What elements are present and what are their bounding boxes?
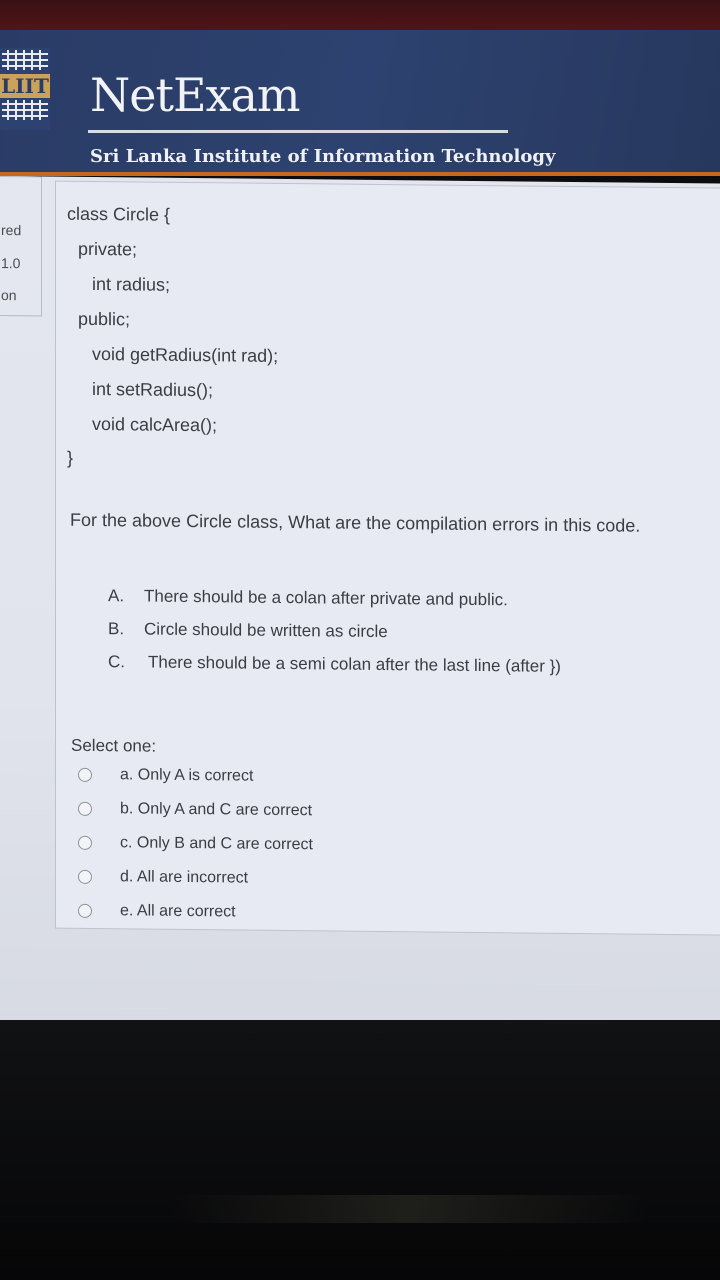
monitor-bezel xyxy=(0,1020,720,1280)
code-line: void getRadius(int rad); xyxy=(92,343,279,366)
code-line: } xyxy=(67,447,74,468)
statement-letter: A. xyxy=(108,586,125,606)
select-one-label: Select one: xyxy=(71,735,157,756)
answer-label[interactable]: c. Only B and C are correct xyxy=(120,834,313,853)
question-prompt: For the above Circle class, What are the… xyxy=(70,509,641,536)
answer-label[interactable]: a. Only A is correct xyxy=(120,766,253,784)
answer-option-c[interactable]: c. Only B and C are correct xyxy=(78,834,313,860)
answer-option-a[interactable]: a. Only A is correct xyxy=(78,766,253,792)
radio-icon[interactable] xyxy=(78,869,92,884)
statement-letter: C. xyxy=(108,652,125,672)
statement-text: There should be a colan after private an… xyxy=(144,586,508,610)
code-line: public; xyxy=(78,308,131,330)
code-line: void calcArea(); xyxy=(92,413,218,436)
radio-icon[interactable] xyxy=(78,767,92,782)
brand-divider xyxy=(88,130,508,133)
exam-page: red 1.0 on class Circle { private; int r… xyxy=(0,175,720,1034)
statement-text: There should be a semi colan after the l… xyxy=(148,652,561,676)
code-line: private; xyxy=(78,238,138,260)
question-info-panel: red 1.0 on xyxy=(0,175,42,317)
answer-label[interactable]: b. Only A and C are correct xyxy=(120,800,312,819)
code-line: int radius; xyxy=(92,273,171,295)
sliit-logo-icon: LIIT xyxy=(0,48,50,130)
radio-icon[interactable] xyxy=(78,835,92,850)
statement-a: A. There should be a colan after private … xyxy=(108,586,508,610)
answer-option-e[interactable]: e. All are correct xyxy=(78,902,236,928)
brand-title: NetExam xyxy=(90,68,301,122)
site-header: LIIT NetExam Sri Lanka Institute of Info… xyxy=(0,30,720,176)
code-line: int setRadius(); xyxy=(92,378,214,401)
statement-b: B. Circle should be written as circle xyxy=(108,619,388,642)
info-mark: 1.0 xyxy=(1,255,21,272)
answer-option-d[interactable]: d. All are incorrect xyxy=(78,868,248,894)
statement-text: Circle should be written as circle xyxy=(144,619,388,642)
info-status: red xyxy=(1,222,22,239)
screen-glare xyxy=(170,1195,650,1223)
statement-c: C. There should be a semi colan after the… xyxy=(108,652,561,677)
statement-letter: B. xyxy=(108,619,125,639)
institute-name: Sri Lanka Institute of Information Techn… xyxy=(90,146,556,167)
answer-label[interactable]: d. All are incorrect xyxy=(120,868,248,886)
question-box: class Circle { private; int radius; publ… xyxy=(55,180,720,936)
logo-text: LIIT xyxy=(1,74,49,98)
radio-icon[interactable] xyxy=(78,903,92,918)
info-flag: on xyxy=(1,287,17,304)
radio-icon[interactable] xyxy=(78,801,92,816)
answer-label[interactable]: e. All are correct xyxy=(120,902,236,920)
code-line: class Circle { xyxy=(67,203,171,225)
answer-option-b[interactable]: b. Only A and C are correct xyxy=(78,800,312,826)
